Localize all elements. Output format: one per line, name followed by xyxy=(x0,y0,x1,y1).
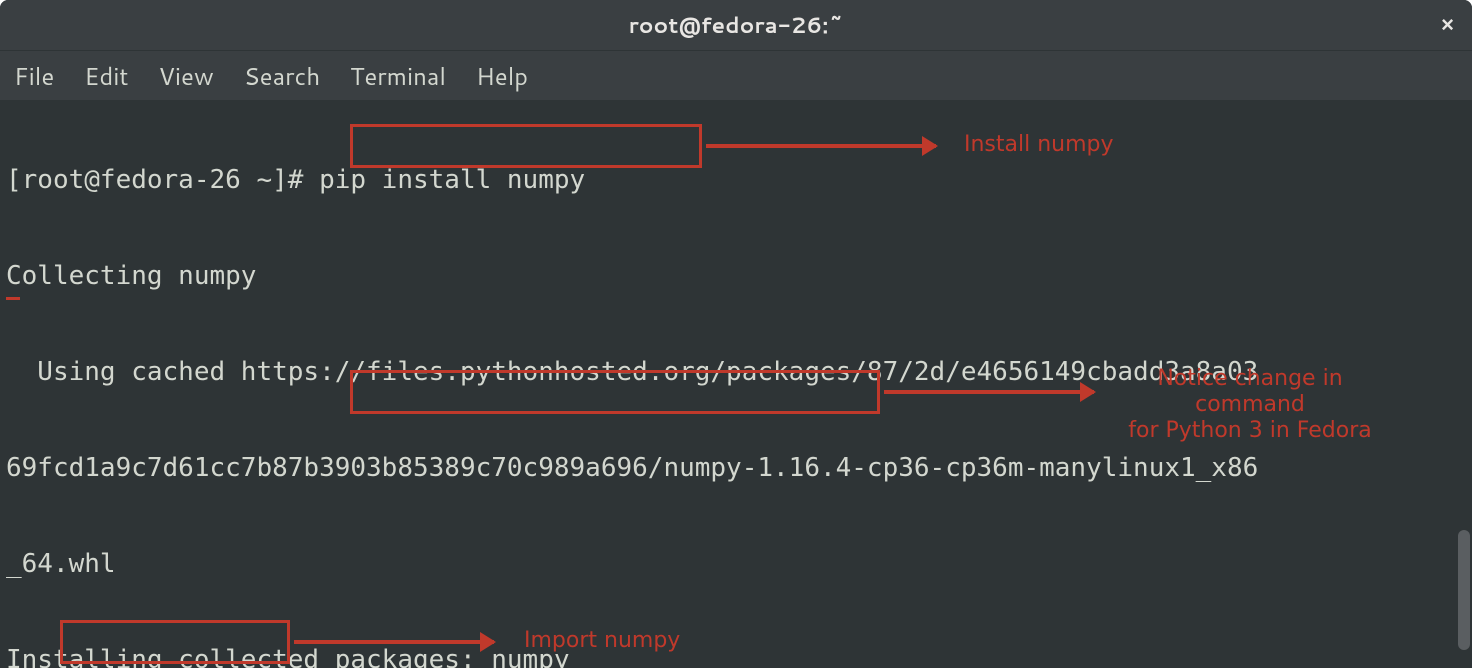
menu-file[interactable]: File xyxy=(14,59,54,93)
menu-view[interactable]: View xyxy=(158,59,213,93)
terminal-line: [root@fedora-26 ~]# pip install numpy xyxy=(6,164,1466,196)
scrollbar[interactable] xyxy=(1456,100,1470,668)
close-icon[interactable]: × xyxy=(1441,12,1454,38)
menu-edit[interactable]: Edit xyxy=(84,59,128,93)
terminal-line: Using cached https://files.pythonhosted.… xyxy=(6,356,1466,388)
menu-help[interactable]: Help xyxy=(476,59,528,93)
menu-bar: File Edit View Search Terminal Help xyxy=(0,50,1472,100)
terminal-line: 69fcd1a9c7d61cc7b87b3903b85389c70c989a69… xyxy=(6,452,1466,484)
terminal-line: Collecting numpy xyxy=(6,260,1466,292)
terminal-line: Installing collected packages: numpy xyxy=(6,644,1466,668)
scrollbar-thumb[interactable] xyxy=(1458,530,1470,650)
terminal-window: root@fedora-26:~ × File Edit View Search… xyxy=(0,0,1472,668)
terminal-line: _64.whl xyxy=(6,548,1466,580)
terminal-output[interactable]: [root@fedora-26 ~]# pip install numpy Co… xyxy=(0,100,1472,668)
window-title: root@fedora-26:~ xyxy=(629,10,844,41)
window-titlebar: root@fedora-26:~ × xyxy=(0,0,1472,50)
menu-search[interactable]: Search xyxy=(244,59,320,93)
menu-terminal[interactable]: Terminal xyxy=(350,59,446,93)
